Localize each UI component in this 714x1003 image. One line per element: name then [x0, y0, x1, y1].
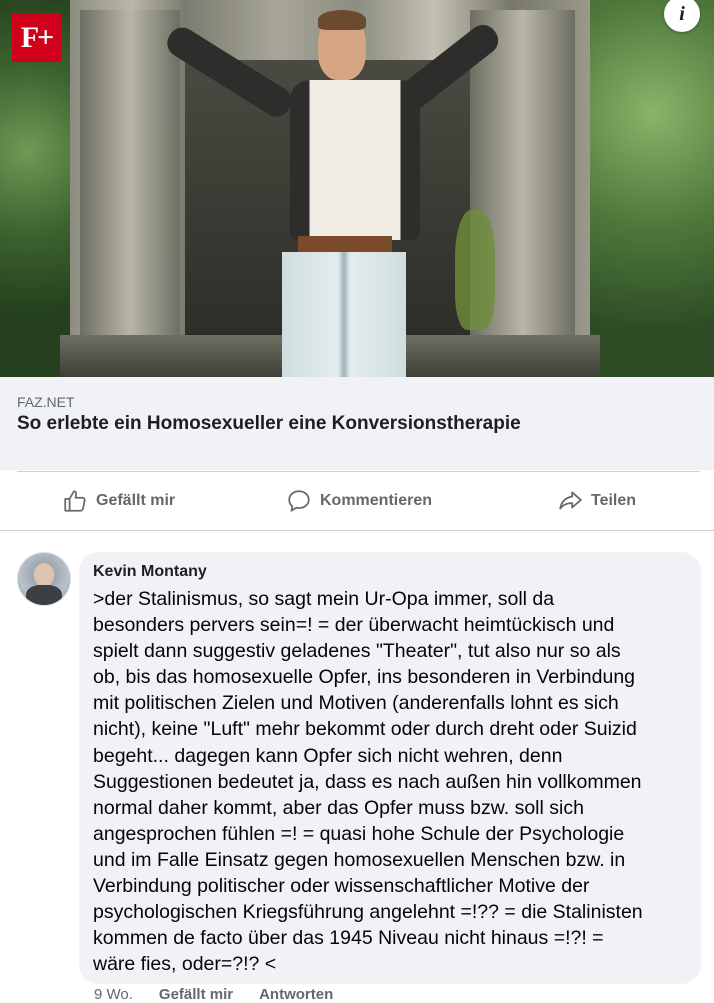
avatar-face: [34, 563, 54, 587]
avatar[interactable]: [17, 552, 71, 606]
comment-text: >der Stalinismus, so sagt mein Ur-Opa im…: [93, 588, 643, 976]
article-image[interactable]: F+ i: [0, 0, 714, 377]
like-button[interactable]: Gefällt mir: [62, 472, 175, 530]
comment-label: Kommentieren: [320, 492, 433, 509]
link-title[interactable]: So erlebte ein Homosexueller eine Konver…: [17, 413, 521, 435]
avatar-torso: [26, 585, 62, 605]
image-person-torso: [290, 80, 420, 240]
link-preview[interactable]: FAZ.NET So erlebte ein Homosexueller ein…: [0, 377, 714, 470]
share-label: Teilen: [591, 492, 637, 509]
link-domain: FAZ.NET: [17, 394, 75, 410]
faz-plus-logo: F+: [12, 13, 61, 62]
comment-like-link[interactable]: Gefällt mir: [159, 986, 233, 1003]
comment-timestamp[interactable]: 9 Wo.: [94, 986, 133, 1003]
comment-author[interactable]: Kevin Montany: [93, 563, 207, 581]
share-arrow-icon: [559, 491, 582, 510]
thumbs-up-icon: [64, 490, 86, 512]
comment-bubble: Kevin Montany >der Stalinismus, so sagt …: [79, 552, 701, 984]
action-bar: Gefällt mir Kommentieren Teilen: [0, 472, 714, 530]
image-pillar-left: [80, 10, 180, 377]
comment-reply-link[interactable]: Antworten: [259, 986, 333, 1003]
like-label: Gefällt mir: [96, 492, 176, 509]
image-person-hair: [318, 10, 366, 30]
comment-meta: 9 Wo. Gefällt mir Antworten: [94, 986, 333, 1003]
speech-bubble-icon: [288, 490, 310, 512]
divider: [0, 530, 714, 531]
comment-button[interactable]: Kommentieren: [286, 472, 432, 530]
share-button[interactable]: Teilen: [557, 472, 636, 530]
image-person-legs: [282, 252, 406, 377]
image-moss: [455, 210, 495, 330]
